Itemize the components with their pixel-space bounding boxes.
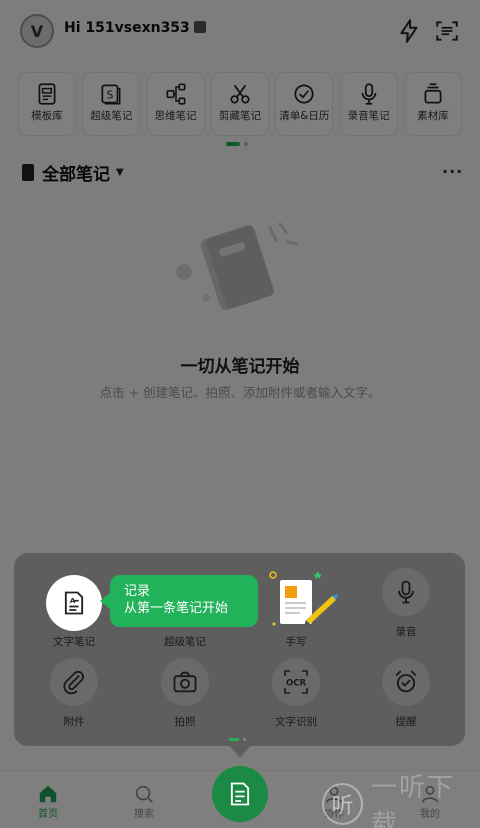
action-ocr[interactable]: OCR 文字识别: [246, 658, 346, 729]
text-note-icon: A: [64, 591, 84, 615]
watermark-logo: 听: [322, 783, 363, 825]
action-reminder[interactable]: 提醒: [356, 658, 456, 729]
create-note-fab[interactable]: [212, 766, 268, 822]
action-icon-wrap: [382, 568, 430, 616]
action-label: 提醒: [395, 716, 417, 728]
paperclip-icon: [63, 670, 84, 695]
tooltip-arrow: [100, 593, 110, 609]
action-icon-wrap: OCR: [272, 658, 320, 706]
tooltip-line2: 从第一条笔记开始: [124, 601, 229, 616]
guide-tooltip: 记录 从第一条笔记开始: [110, 575, 258, 627]
action-label: 超级笔记: [164, 636, 206, 648]
text-note-highlight-button[interactable]: A: [46, 575, 102, 631]
action-photo[interactable]: 拍照: [135, 658, 235, 729]
action-label: 附件: [63, 716, 85, 728]
note-icon: [230, 782, 250, 806]
handwriting-illustration: [269, 571, 338, 626]
sheet-page-indicator: [229, 738, 239, 741]
action-label: 拍照: [174, 716, 196, 728]
action-label: 手写: [285, 636, 307, 648]
sheet-page-indicator-dot: [243, 738, 246, 741]
action-icon-wrap: [382, 658, 430, 706]
tooltip-line1: 记录: [124, 584, 151, 599]
action-label: 文字笔记: [53, 636, 95, 648]
alarm-clock-icon: [395, 670, 417, 693]
action-label: 录音: [395, 626, 417, 638]
sheet-pointer: [228, 744, 252, 758]
app-root: V Hi 151vsexn353 模板库 S 超级笔记 思维笔记 剪藏笔记 清单…: [0, 0, 480, 828]
action-label: 文字识别: [275, 716, 317, 728]
action-super-note[interactable]: 超级笔记: [135, 626, 235, 649]
action-icon-wrap: [50, 658, 98, 706]
microphone-icon: [398, 580, 414, 604]
action-recording[interactable]: 录音: [356, 568, 456, 639]
watermark-text: 一听下载: [370, 773, 455, 828]
camera-icon: [173, 671, 197, 693]
watermark: 听 一听下载: [322, 773, 480, 828]
action-attachment[interactable]: 附件: [24, 658, 124, 729]
ocr-icon: OCR: [284, 670, 308, 694]
ocr-text: OCR: [286, 679, 306, 689]
action-icon-wrap: [161, 658, 209, 706]
